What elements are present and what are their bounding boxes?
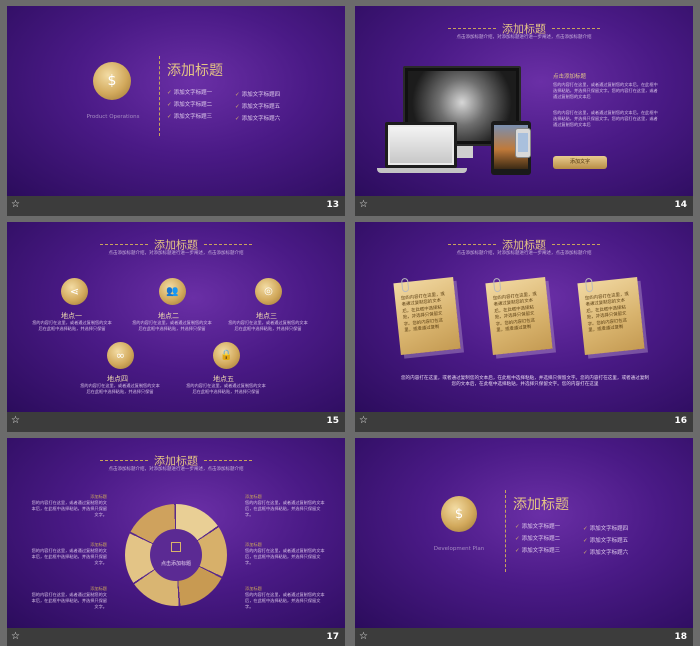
list-item: ✓ 添加文字标题三 xyxy=(515,548,561,554)
slide-14-subtitle: 点击添加标题介绍，对添加标题进行进一步阐述，点击添加标题介绍 xyxy=(456,35,592,40)
list-item: ✓ 添加文字标题四 xyxy=(583,526,629,532)
list-item: ✓ 添加文字标题三 xyxy=(167,114,213,120)
slide-14[interactable]: 添加标题 点击添加标题介绍，对添加标题进行进一步阐述，点击添加标题介绍 点击添加… xyxy=(355,6,693,216)
text-block: 添加标题 您的内容打在这里，或者通过复制您的文本后，在此框中选择粘贴，并选择只保… xyxy=(245,494,325,517)
slide-18-footer: ☆ 18 xyxy=(355,628,693,646)
divider-line xyxy=(159,56,160,136)
slide-16-footer: ☆ 16 xyxy=(355,412,693,432)
list-item: ✓ 添加文字标题一 xyxy=(515,524,561,530)
check-icon: ✓ xyxy=(167,102,172,108)
share-icon: ⋖ xyxy=(61,278,88,305)
check-icon: ✓ xyxy=(235,116,240,122)
laptop-image xyxy=(385,122,457,168)
list-item: ✓ 添加文字标题四 xyxy=(235,92,281,98)
slide-13-title: 添加标题 xyxy=(167,63,223,79)
list-item: ✓ 添加文字标题六 xyxy=(235,116,281,122)
list-item: ✓ 添加文字标题五 xyxy=(583,538,629,544)
check-icon: ✓ xyxy=(515,548,520,554)
divider-line xyxy=(505,490,506,572)
slide-18-canvas: $ Development Plan 添加标题 ✓ 添加文字标题一 ✓ 添加文字标题… xyxy=(355,438,693,628)
sticky-note: 您的内容打在这里，或者通过复制您的文本后，在此框中选择粘贴，并选择只保留文字。您… xyxy=(577,277,645,355)
place-text: 您的内容打在这里，或者通过复制您的文本后在此框中选择粘贴，并选择只保留 xyxy=(80,383,160,394)
paperclip-icon xyxy=(492,277,502,293)
slide-15[interactable]: 添加标题 点击添加标题介绍，对添加标题进行进一步阐述，点击添加标题介绍 ⋖ 地点… xyxy=(7,222,345,432)
slide-16-subtitle: 点击添加标题介绍，对添加标题进行进一步阐述，点击添加标题介绍 xyxy=(456,251,592,256)
slide-17-canvas: 添加标题 点击添加标题介绍，对添加标题进行进一步阐述，点击添加标题介绍 点击添加… xyxy=(7,438,345,628)
slide-15-canvas: 添加标题 点击添加标题介绍，对添加标题进行进一步阐述，点击添加标题介绍 ⋖ 地点… xyxy=(7,222,345,412)
check-icon: ✓ xyxy=(515,524,520,530)
money-chart-icon: $ xyxy=(441,496,477,532)
slide-17[interactable]: 添加标题 点击添加标题介绍，对添加标题进行进一步阐述，点击添加标题介绍 点击添加… xyxy=(7,438,345,646)
list-item: ✓ 添加文字标题六 xyxy=(583,550,629,556)
star-icon[interactable]: ☆ xyxy=(11,415,20,426)
slide-15-subtitle: 点击添加标题介绍，对添加标题进行进一步阐述，点击添加标题介绍 xyxy=(108,251,244,256)
users-icon: 👥 xyxy=(159,278,186,305)
slide-number: 17 xyxy=(326,632,339,642)
slide-15-footer: ☆ 15 xyxy=(7,412,345,432)
sticky-note: 您的内容打在这里，或者通过复制您的文本后，在此框中选择粘贴，并选择只保留文字。您… xyxy=(485,277,553,355)
phone-image xyxy=(515,128,531,158)
slide-13-canvas: $ Product Operations 添加标题 ✓ 添加文字标题一 ✓ 添加文字… xyxy=(7,6,345,196)
place-text: 您的内容打在这里，或者通过复制您的文本后在此框中选择粘贴，并选择只保留 xyxy=(32,320,112,331)
slide-13-footer: ☆ 13 xyxy=(7,196,345,216)
text-block: 添加标题 您的内容打在这里，或者通过复制您的文本后，在此框中选择粘贴，并选择只保… xyxy=(31,542,107,565)
star-icon[interactable]: ☆ xyxy=(11,199,20,210)
slide-number: 15 xyxy=(326,416,339,426)
edit-icon xyxy=(171,542,181,552)
check-icon: ✓ xyxy=(583,550,588,556)
center-label: 点击添加标题 xyxy=(160,561,191,567)
place-text: 您的内容打在这里，或者通过复制您的文本后在此框中选择粘贴，并选择只保留 xyxy=(228,320,308,331)
check-icon: ✓ xyxy=(515,536,520,542)
paperclip-icon xyxy=(400,277,410,293)
laptop-base xyxy=(377,168,467,173)
slide-14-canvas: 添加标题 点击添加标题介绍，对添加标题进行进一步阐述，点击添加标题介绍 点击添加… xyxy=(355,6,693,196)
add-text-button[interactable]: 添加文字 xyxy=(553,156,607,169)
check-icon: ✓ xyxy=(167,90,172,96)
slide-17-footer: ☆ 17 xyxy=(7,628,345,646)
slide-number: 14 xyxy=(674,200,687,210)
lock-icon: 🔒 xyxy=(213,342,240,369)
list-item: ✓ 添加文字标题五 xyxy=(235,104,281,110)
star-icon[interactable]: ☆ xyxy=(11,631,20,642)
check-icon: ✓ xyxy=(235,104,240,110)
check-icon: ✓ xyxy=(235,92,240,98)
list-item: ✓ 添加文字标题一 xyxy=(167,90,213,96)
text-block: 添加标题 您的内容打在这里，或者通过复制您的文本后，在此框中选择粘贴，并选择只保… xyxy=(245,586,325,609)
slide-16[interactable]: 添加标题 点击添加标题介绍，对添加标题进行进一步阐述，点击添加标题介绍 您的内容… xyxy=(355,222,693,432)
side-paragraph-2: 您的内容打在这里，或者通过复制您的文本后，在此框中选择粘贴，并选择只保留文字。您… xyxy=(553,110,658,127)
money-person-icon: $ xyxy=(93,62,131,100)
slide-18-title: 添加标题 xyxy=(513,497,569,513)
slide-17-subtitle: 点击添加标题介绍，对添加标题进行进一步阐述，点击添加标题介绍 xyxy=(108,467,244,472)
slide-number: 18 xyxy=(674,632,687,642)
link-icon: ∞ xyxy=(107,342,134,369)
text-block: 添加标题 您的内容打在这里，或者通过复制您的文本后，在此框中选择粘贴，并选择只保… xyxy=(31,494,107,517)
coin-icon: ◎ xyxy=(255,278,282,305)
list-item: ✓ 添加文字标题二 xyxy=(515,536,561,542)
paperclip-icon xyxy=(584,277,594,293)
sticky-note: 您的内容打在这里，或者通过复制您的文本后，在此框中选择粘贴，并选择只保留文字。您… xyxy=(393,277,461,355)
side-title: 点击添加标题 xyxy=(553,74,587,80)
check-icon: ✓ xyxy=(583,526,588,532)
slide-number: 13 xyxy=(326,200,339,210)
text-block: 添加标题 您的内容打在这里，或者通过复制您的文本后，在此框中选择粘贴，并选择只保… xyxy=(245,542,325,565)
check-icon: ✓ xyxy=(167,114,172,120)
place-text: 您的内容打在这里，或者通过复制您的文本后在此框中选择粘贴，并选择只保留 xyxy=(186,383,266,394)
slide-18[interactable]: $ Development Plan 添加标题 ✓ 添加文字标题一 ✓ 添加文字标题… xyxy=(355,438,693,646)
slide-14-footer: ☆ 14 xyxy=(355,196,693,216)
slide-13[interactable]: $ Product Operations 添加标题 ✓ 添加文字标题一 ✓ 添加文字… xyxy=(7,6,345,216)
star-icon[interactable]: ☆ xyxy=(359,631,368,642)
star-icon[interactable]: ☆ xyxy=(359,199,368,210)
slide-16-canvas: 添加标题 点击添加标题介绍，对添加标题进行进一步阐述，点击添加标题介绍 您的内容… xyxy=(355,222,693,412)
cycle-ring xyxy=(125,504,227,606)
slide-18-caption: Development Plan xyxy=(433,546,485,552)
slide-number: 16 xyxy=(674,416,687,426)
place-text: 您的内容打在这里，或者通过复制您的文本后在此框中选择粘贴，并选择只保留 xyxy=(132,320,212,331)
star-icon[interactable]: ☆ xyxy=(359,415,368,426)
list-item: ✓ 添加文字标题二 xyxy=(167,102,213,108)
text-block: 添加标题 您的内容打在这里，或者通过复制您的文本后，在此框中选择粘贴，并选择只保… xyxy=(31,586,107,609)
side-paragraph-1: 您的内容打在这里，或者通过复制您的文本后，在此框中选择粘贴，并选择只保留文字。您… xyxy=(553,82,658,99)
footer-paragraph: 您的内容打在这里，或者通过复制您的文本后，在此框中选择粘贴，并选择只保留文字。您… xyxy=(400,376,650,388)
slide-13-caption: Product Operations xyxy=(86,114,140,120)
check-icon: ✓ xyxy=(583,538,588,544)
